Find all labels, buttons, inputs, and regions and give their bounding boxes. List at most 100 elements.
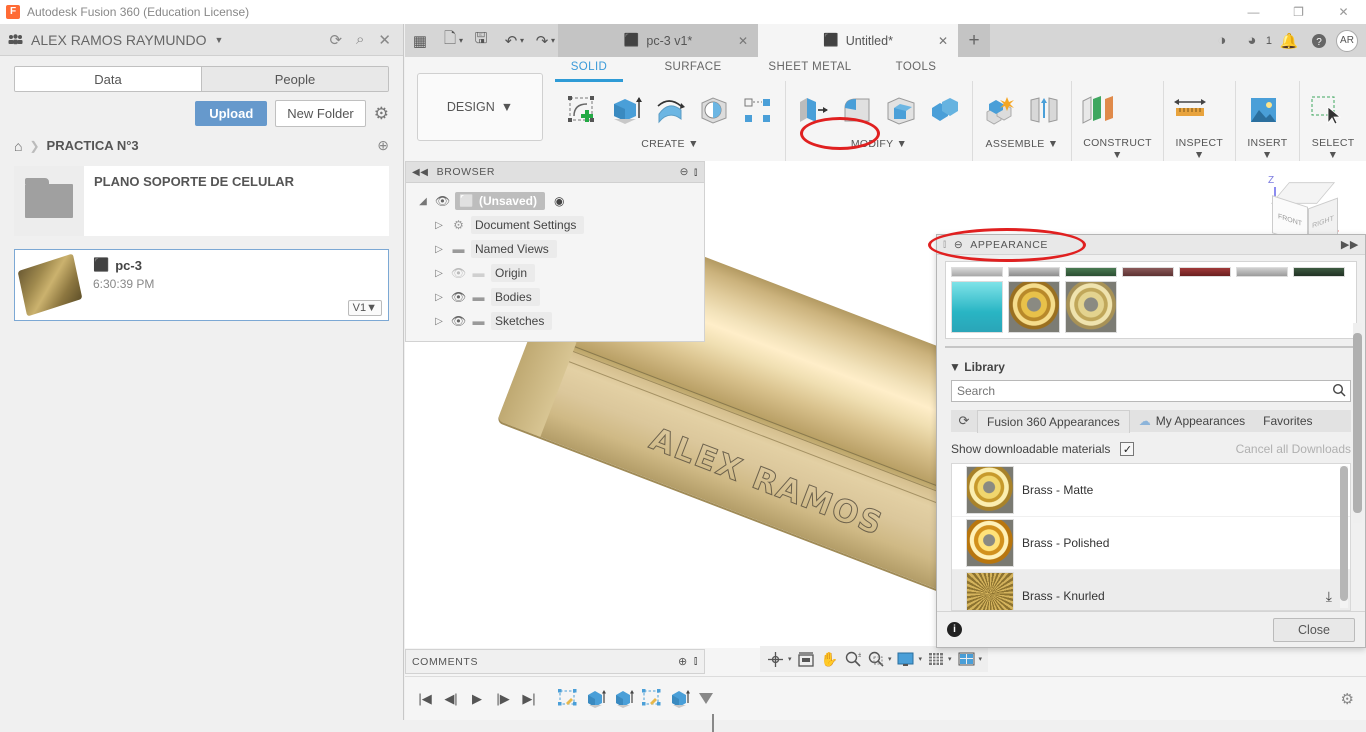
refresh-icon[interactable]: ⟳ xyxy=(951,413,977,429)
expand-arrow-icon[interactable]: ▷ xyxy=(432,292,446,303)
add-comment-icon[interactable]: ⊕ xyxy=(678,655,688,668)
pattern-icon[interactable] xyxy=(737,87,779,135)
undo-caret-icon[interactable]: ▾ xyxy=(520,36,524,45)
tree-item-sketches[interactable]: ▷ 👁 ▬ Sketches xyxy=(406,309,704,333)
material-row-brass-polished[interactable]: Brass - Polished xyxy=(952,517,1350,570)
select-window-icon[interactable] xyxy=(1306,86,1348,134)
visibility-eye-icon[interactable]: 👁 xyxy=(451,266,466,280)
swatch-darkgreen[interactable] xyxy=(1293,267,1345,277)
swatch-brass-matte[interactable] xyxy=(1065,281,1117,333)
combine-icon[interactable] xyxy=(924,87,966,135)
material-row-brass-knurled[interactable]: Brass - Knurled ⤓ xyxy=(952,570,1350,610)
sweep-icon[interactable] xyxy=(693,87,735,135)
grid-snaps-icon[interactable] xyxy=(925,648,947,670)
look-at-icon[interactable] xyxy=(795,648,817,670)
jump-start-button[interactable]: |◀ xyxy=(413,685,437,713)
extensions-icon[interactable]: ◑ xyxy=(1209,24,1235,57)
grid-snaps-caret-icon[interactable]: ▾ xyxy=(948,655,952,663)
material-list-scrollbar-thumb[interactable] xyxy=(1340,466,1348,601)
tree-item-document-settings[interactable]: ▷ ⚙ Document Settings xyxy=(406,213,704,237)
sketch-feature-icon[interactable] xyxy=(557,688,581,710)
material-list[interactable]: Brass - Matte Brass - Polished Brass - K… xyxy=(951,463,1351,611)
close-button[interactable]: Close xyxy=(1273,617,1355,642)
upload-button[interactable]: Upload xyxy=(195,101,268,126)
document-tab-pc3[interactable]: ⬛ pc-3 v1* ✕ xyxy=(558,24,759,57)
new-tab-button[interactable]: + xyxy=(958,24,991,57)
document-tab-untitled[interactable]: ⬛ Untitled* ✕ xyxy=(758,24,959,57)
swatch-maroon[interactable] xyxy=(1122,267,1174,277)
tree-item-named-views[interactable]: ▷ ▬ Named Views xyxy=(406,237,704,261)
list-item-file[interactable]: ⬛ pc-3 6:30:39 PM V1▼ xyxy=(14,249,389,321)
globe-icon[interactable]: ⊕ xyxy=(377,137,389,154)
minimize-button[interactable]: — xyxy=(1231,0,1276,24)
swatch-water[interactable] xyxy=(951,281,1003,333)
fillet-icon[interactable] xyxy=(836,87,878,135)
version-badge[interactable]: V1▼ xyxy=(347,300,382,316)
swatch-brass-polished[interactable] xyxy=(1008,281,1060,333)
save-icon[interactable]: 🖫 xyxy=(466,24,496,57)
jump-end-button[interactable]: ▶| xyxy=(517,685,541,713)
avatar[interactable]: AR xyxy=(1336,29,1358,52)
grip-icon[interactable]: ⫾ xyxy=(943,239,947,250)
notifications-icon[interactable]: 🔔 xyxy=(1276,24,1302,57)
sketch-create-icon[interactable] xyxy=(561,87,603,135)
swatch-green[interactable] xyxy=(1065,267,1117,277)
timeline-marker[interactable] xyxy=(699,693,714,732)
show-downloadable-checkbox[interactable]: ✓ xyxy=(1120,442,1135,456)
close-window-button[interactable]: ✕ xyxy=(1321,0,1366,24)
expand-arrow-icon[interactable]: ▷ xyxy=(432,316,446,327)
swatch-silver[interactable] xyxy=(1236,267,1288,277)
ribbon-panel-modify-label[interactable]: MODIFY ▼ xyxy=(792,135,966,150)
tree-item-origin[interactable]: ▷ 👁 ▬ Origin xyxy=(406,261,704,285)
search-input[interactable] xyxy=(951,380,1351,402)
timeline-settings-gear-icon[interactable]: ⚙ xyxy=(1341,690,1354,708)
design-workspace-button[interactable]: DESIGN ▼ xyxy=(417,73,543,141)
extrude-feature-icon-3[interactable] xyxy=(669,688,693,710)
gear-icon[interactable]: ⚙ xyxy=(374,104,389,124)
visibility-eye-icon[interactable]: 👁 xyxy=(435,194,450,208)
download-icon[interactable]: ⤓ xyxy=(1326,588,1332,605)
material-row-brass-matte[interactable]: Brass - Matte xyxy=(952,464,1350,517)
minimize-browser-icon[interactable]: ⊖ xyxy=(680,166,689,178)
pan-icon[interactable]: ✋ xyxy=(818,648,841,670)
zoom-window-caret-icon[interactable]: ▾ xyxy=(888,655,892,663)
library-section-header[interactable]: ▼ Library xyxy=(937,354,1365,378)
chevron-down-icon[interactable]: ▼ xyxy=(215,35,224,45)
ribbon-panel-select-label[interactable]: SELECT ▼ xyxy=(1306,134,1360,161)
collapse-icon[interactable]: ◀◀ xyxy=(412,167,429,178)
ribbon-panel-insert-label[interactable]: INSERT ▼ xyxy=(1242,134,1294,161)
step-back-button[interactable]: ◀| xyxy=(439,685,463,713)
ribbon-panel-inspect-label[interactable]: INSPECT ▼ xyxy=(1170,134,1229,161)
grip-icon[interactable]: ⫾ xyxy=(694,166,698,179)
press-pull-icon[interactable] xyxy=(792,87,834,135)
visibility-eye-icon[interactable]: 👁 xyxy=(451,314,466,328)
revolve-icon[interactable] xyxy=(649,87,691,135)
redo-caret-icon[interactable]: ▾ xyxy=(551,36,555,45)
search-icon[interactable]: ⌕ xyxy=(356,31,364,48)
close-icon[interactable]: ✕ xyxy=(938,34,948,48)
tab-solid[interactable]: SOLID xyxy=(555,57,623,82)
swatch-grey-1[interactable] xyxy=(951,267,1003,277)
new-folder-button[interactable]: New Folder xyxy=(275,100,366,127)
tab-people[interactable]: People xyxy=(202,67,388,91)
new-component-icon[interactable] xyxy=(979,87,1021,135)
orbit-caret-icon[interactable]: ▾ xyxy=(788,655,792,663)
shell-icon[interactable] xyxy=(880,87,922,135)
extrude-icon[interactable] xyxy=(605,87,647,135)
extrude-feature-icon[interactable] xyxy=(585,688,609,710)
tab-surface[interactable]: SURFACE xyxy=(657,57,729,82)
insert-image-icon[interactable] xyxy=(1242,86,1284,134)
ribbon-panel-construct-label[interactable]: CONSTRUCT ▼ xyxy=(1078,134,1157,161)
minimize-dialog-icon[interactable]: ⊖ xyxy=(954,239,963,251)
viewports-caret-icon[interactable]: ▾ xyxy=(979,655,983,663)
zoom-window-icon[interactable] xyxy=(865,648,887,670)
tab-fusion-360-appearances[interactable]: Fusion 360 Appearances xyxy=(977,409,1130,433)
display-settings-caret-icon[interactable]: ▾ xyxy=(918,655,922,663)
home-icon[interactable]: ⌂ xyxy=(14,138,22,154)
info-icon[interactable]: i xyxy=(947,622,962,637)
tab-my-appearances[interactable]: ☁ My Appearances xyxy=(1130,410,1254,432)
app-grid-icon[interactable]: ▦ xyxy=(405,24,435,57)
tree-item-bodies[interactable]: ▷ 👁 ▬ Bodies xyxy=(406,285,704,309)
help-icon[interactable]: ? xyxy=(1306,24,1332,57)
tab-tools[interactable]: TOOLS xyxy=(891,57,941,82)
